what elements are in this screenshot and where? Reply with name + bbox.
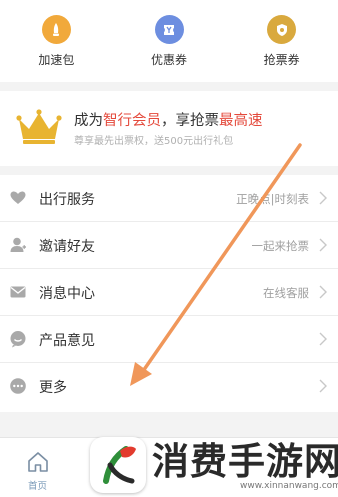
menu-sub: 正晚点|时刻表 bbox=[236, 192, 309, 206]
nav-label-home: 首页 bbox=[28, 481, 48, 492]
leaf-logo-icon bbox=[103, 446, 136, 484]
user-icon bbox=[10, 237, 26, 252]
feedback-icon bbox=[10, 331, 26, 348]
grid-label-coupon: 优惠券 bbox=[151, 53, 188, 67]
chevron-right-icon bbox=[319, 379, 327, 393]
menu-label: 邀请好友 bbox=[39, 239, 95, 255]
watermark-logo bbox=[90, 437, 146, 493]
watermark-url: www.xinnanwang.com bbox=[240, 481, 338, 491]
menu-label: 消息中心 bbox=[39, 286, 95, 302]
menu-list: 出行服务 正晚点|时刻表 邀请好友 一起来抢票 消息中心 在线客服 产品意见 更… bbox=[0, 175, 338, 412]
grid-item-ticket[interactable]: 抢票券 bbox=[225, 0, 338, 82]
coupon-icon bbox=[154, 15, 184, 44]
vip-title-highlight-speed: 最高速 bbox=[219, 113, 263, 129]
vip-title-prefix: 成为 bbox=[74, 113, 103, 129]
chevron-right-icon bbox=[319, 285, 327, 299]
menu-item-feedback[interactable]: 产品意见 bbox=[0, 316, 338, 363]
chevron-right-icon bbox=[319, 238, 327, 252]
vip-title-middle: ，享抢票 bbox=[161, 113, 219, 129]
menu-item-message-center[interactable]: 消息中心 在线客服 bbox=[0, 269, 338, 316]
vip-title-highlight-member: 智行会员 bbox=[103, 113, 161, 129]
crown-icon bbox=[16, 109, 62, 144]
heart-icon bbox=[10, 191, 26, 204]
nav-item-home[interactable]: 首页 bbox=[15, 438, 61, 497]
menu-item-invite-friends[interactable]: 邀请好友 一起来抢票 bbox=[0, 222, 338, 269]
ticket-icon bbox=[267, 15, 297, 44]
menu-item-travel-service[interactable]: 出行服务 正晚点|时刻表 bbox=[0, 175, 338, 222]
menu-label: 产品意见 bbox=[39, 333, 95, 349]
vip-banner[interactable]: 成为智行会员，享抢票最高速 尊享最先出票权，送500元出行礼包 bbox=[0, 91, 338, 166]
quick-access-grid: 加速包 优惠券 抢票券 bbox=[0, 0, 338, 82]
watermark-text: 消费手游网 bbox=[152, 439, 338, 483]
menu-label: 更多 bbox=[39, 380, 67, 396]
grid-item-speed-pack[interactable]: 加速包 bbox=[0, 0, 113, 82]
vip-title: 成为智行会员，享抢票最高速 bbox=[74, 109, 263, 130]
vip-subtitle: 尊享最先出票权，送500元出行礼包 bbox=[74, 136, 234, 147]
grid-item-coupon[interactable]: 优惠券 bbox=[113, 0, 226, 82]
menu-sub: 一起来抢票 bbox=[251, 239, 310, 253]
menu-sub: 在线客服 bbox=[263, 286, 309, 300]
menu-item-more[interactable]: 更多 bbox=[0, 363, 338, 410]
watermark: 消费手游网 www.xinnanwang.com bbox=[90, 437, 338, 497]
rocket-icon bbox=[41, 15, 71, 44]
more-icon bbox=[10, 378, 26, 394]
mail-icon bbox=[10, 286, 26, 298]
menu-label: 出行服务 bbox=[39, 192, 95, 208]
chevron-right-icon bbox=[319, 191, 327, 205]
chevron-right-icon bbox=[319, 332, 327, 346]
grid-label-ticket: 抢票券 bbox=[263, 53, 300, 67]
home-icon bbox=[28, 452, 48, 472]
grid-label-speed-pack: 加速包 bbox=[38, 53, 75, 67]
